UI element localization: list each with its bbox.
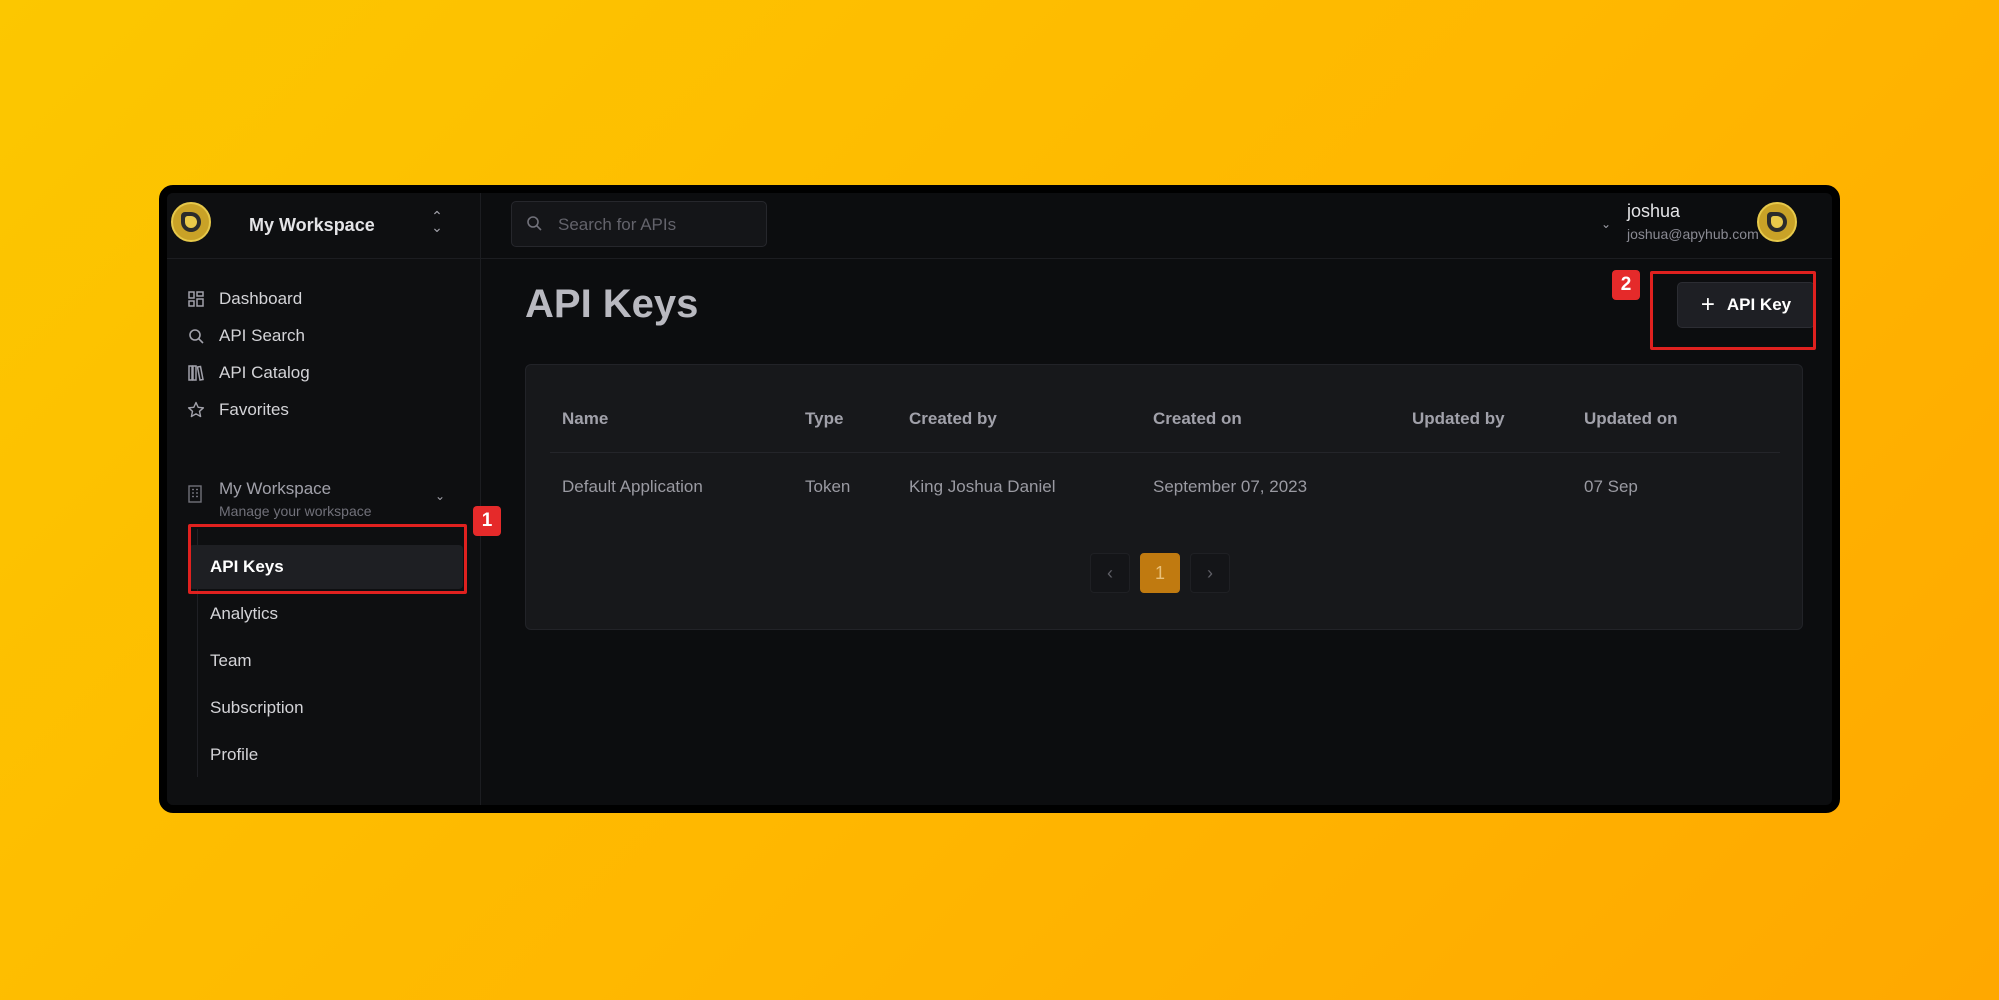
sidebar-item-api-catalog[interactable]: API Catalog (167, 353, 467, 393)
app-window: My Workspace ⌃ ⌄ Dashboard API Search AP… (159, 185, 1840, 813)
chevron-up-down-icon[interactable]: ⌃ ⌄ (429, 209, 445, 234)
user-name: joshua (1627, 201, 1681, 221)
workspace-switcher[interactable]: My Workspace ⌃ ⌄ (167, 193, 480, 259)
pagination-prev-button[interactable]: ‹ (1090, 553, 1130, 593)
sidebar-group-my-workspace[interactable]: My Workspace Manage your workspace ⌄ (167, 479, 467, 527)
sidebar-item-label: Favorites (219, 400, 289, 419)
column-header-created-by[interactable]: Created by (909, 409, 997, 429)
cell-name: Default Application (562, 477, 703, 496)
user-email: joshua@apyhub.com (1627, 226, 1759, 242)
annotation-badge-2: 2 (1612, 270, 1640, 300)
search-box[interactable] (511, 201, 767, 247)
cell-created-on: September 07, 2023 (1153, 477, 1308, 496)
add-api-key-button[interactable]: + API Key (1677, 282, 1815, 328)
search-icon (187, 327, 205, 345)
group-title: My Workspace (219, 479, 332, 498)
pagination-page-1[interactable]: 1 (1140, 553, 1180, 593)
sidebar-item-dashboard[interactable]: Dashboard (167, 279, 467, 319)
column-header-created-on[interactable]: Created on (1153, 409, 1242, 429)
header-divider (550, 452, 1780, 453)
annotation-badge-1: 1 (473, 506, 501, 536)
sidebar: My Workspace ⌃ ⌄ Dashboard API Search AP… (167, 193, 481, 805)
group-subtitle: Manage your workspace (219, 503, 372, 519)
sidebar-item-team[interactable]: Team (189, 639, 463, 683)
chevron-down-icon[interactable]: ⌄ (435, 489, 445, 503)
main-content: API Keys + API Key Name Type Created by … (481, 260, 1832, 805)
workspace-name: My Workspace (249, 215, 375, 235)
add-api-key-label: API Key (1726, 295, 1792, 314)
search-input[interactable] (558, 214, 758, 236)
sidebar-item-favorites[interactable]: Favorites (167, 390, 467, 430)
grid-icon (187, 290, 205, 308)
sidebar-item-subscription[interactable]: Subscription (189, 686, 463, 730)
book-icon (187, 364, 205, 382)
sidebar-item-label: Dashboard (219, 289, 303, 308)
search-icon (526, 215, 542, 236)
chevron-down-icon[interactable]: ⌄ (1601, 217, 1611, 231)
sidebar-item-label: API Catalog (219, 363, 310, 382)
cell-created-by: King Joshua Daniel (909, 477, 1056, 496)
cell-updated-on: 07 Sep (1584, 477, 1638, 496)
column-header-name[interactable]: Name (562, 409, 608, 429)
sidebar-item-label: API Search (219, 326, 305, 345)
star-icon (187, 401, 205, 419)
apyhub-logo-icon (171, 202, 211, 242)
sidebar-item-analytics[interactable]: Analytics (189, 592, 463, 636)
column-header-updated-on[interactable]: Updated on (1584, 409, 1678, 429)
page-title: API Keys (525, 282, 699, 326)
column-header-type[interactable]: Type (805, 409, 843, 429)
top-bar: ⌄ joshua joshua@apyhub.com (481, 193, 1832, 259)
pagination-next-button[interactable]: › (1190, 553, 1230, 593)
sidebar-item-api-search[interactable]: API Search (167, 316, 467, 356)
avatar[interactable] (1757, 202, 1797, 242)
sidebar-item-api-keys[interactable]: API Keys (189, 545, 463, 589)
cell-type: Token (805, 477, 851, 496)
column-header-updated-by[interactable]: Updated by (1412, 409, 1505, 429)
api-keys-table-card: Name Type Created by Created on Updated … (525, 364, 1803, 630)
plus-icon: + (1700, 291, 1715, 318)
building-icon (187, 485, 203, 508)
pagination: ‹ 1 › (1090, 553, 1230, 593)
sidebar-item-profile[interactable]: Profile (189, 733, 463, 777)
